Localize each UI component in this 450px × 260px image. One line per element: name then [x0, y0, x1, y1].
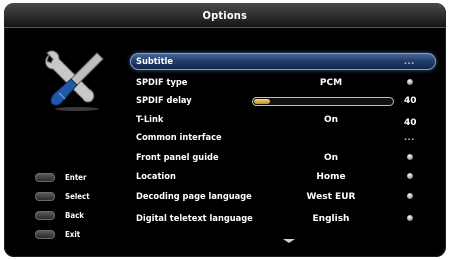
menu-item-value: Home: [316, 172, 346, 182]
options-window: Options Enter Select Back Exit Subtitle …: [4, 3, 446, 257]
menu-item-value: On: [323, 153, 339, 163]
legend-exit: Exit: [35, 225, 93, 244]
enter-key-icon: [35, 173, 55, 182]
menu-item-label: Location: [136, 172, 176, 182]
menu-item-label: Common interface: [136, 133, 222, 143]
scroll-down-arrow-icon[interactable]: [283, 239, 295, 243]
legend-label: Select: [65, 192, 90, 201]
legend-enter: Enter: [35, 168, 93, 187]
slider-fill: [254, 99, 270, 104]
slider-value: 40: [404, 96, 417, 106]
menu-item-subtitle[interactable]: Subtitle ...: [136, 54, 436, 70]
menu-item-location[interactable]: Location Home: [136, 169, 436, 185]
menu-item-t-link[interactable]: T-Link On 40: [136, 112, 436, 128]
menu-item-decoding-page-language[interactable]: Decoding page language West EUR: [136, 189, 436, 205]
menu-item-label: Front panel guide: [136, 153, 219, 163]
option-dot-icon: [407, 215, 413, 221]
legend-back: Back: [35, 206, 93, 225]
title-bar: Options: [4, 3, 446, 28]
back-key-icon: [35, 211, 55, 220]
remote-key-legend: Enter Select Back Exit: [35, 168, 93, 244]
menu-item-label: Decoding page language: [136, 192, 252, 202]
option-dot-icon: [407, 79, 413, 85]
menu-item-front-panel-guide[interactable]: Front panel guide On: [136, 150, 436, 166]
select-key-icon: [35, 192, 55, 201]
window-title: Options: [202, 8, 248, 22]
more-indicator: ...: [404, 57, 415, 66]
menu-item-label: Digital teletext language: [136, 214, 253, 224]
legend-label: Back: [65, 211, 84, 220]
menu-item-spdif-type[interactable]: SPDIF type PCM: [136, 75, 436, 91]
legend-label: Enter: [65, 173, 87, 182]
menu-item-label: Subtitle: [136, 57, 174, 67]
legend-label: Exit: [65, 230, 81, 239]
exit-key-icon: [35, 230, 55, 239]
menu-item-label: SPDIF type: [136, 78, 188, 88]
menu-item-value: On: [323, 115, 339, 125]
left-panel: Enter Select Back Exit: [12, 43, 122, 243]
menu-item-value: West EUR: [306, 192, 356, 202]
menu-item-spdif-delay[interactable]: SPDIF delay 40: [136, 93, 436, 109]
menu-item-digital-teletext-language[interactable]: Digital teletext language English: [136, 211, 436, 227]
option-dot-icon: [407, 154, 413, 160]
menu-item-common-interface[interactable]: Common interface ...: [136, 130, 436, 146]
option-dot-icon: [407, 173, 413, 179]
legend-select: Select: [35, 187, 93, 206]
right-value: 40: [404, 118, 417, 128]
spdif-delay-slider[interactable]: [252, 97, 394, 106]
more-indicator: ...: [404, 133, 415, 142]
menu-item-label: T-Link: [136, 115, 164, 125]
option-dot-icon: [407, 193, 413, 199]
tools-icon: [45, 50, 104, 111]
menu-item-value: PCM: [319, 78, 343, 88]
menu-item-label: SPDIF delay: [136, 96, 192, 106]
menu-item-value: English: [312, 214, 350, 224]
